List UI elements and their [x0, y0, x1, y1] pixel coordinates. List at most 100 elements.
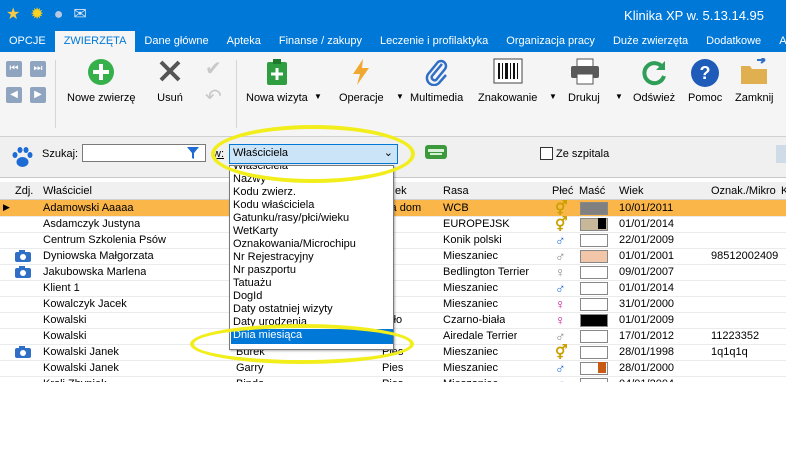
- confirm-button: ✔: [205, 56, 222, 81]
- dropdown-option[interactable]: Oznakowania/Microchipu: [233, 238, 356, 250]
- undo-button: ↶: [205, 84, 222, 109]
- previous-record-button[interactable]: ◀: [6, 87, 22, 103]
- table-row[interactable]: Kowalski Janek Garry Pies Mieszaniec ♂ 28/01/…: [0, 360, 786, 377]
- dropdown-option[interactable]: Dnia miesiąca: [231, 329, 393, 344]
- dropdown-option[interactable]: Kodu właściciela: [233, 199, 314, 211]
- svg-text:?: ?: [700, 63, 711, 83]
- chevron-down-icon: ⌄: [383, 147, 393, 159]
- printer-icon: [569, 58, 599, 88]
- hospital-checkbox-label: Ze szpitala: [556, 148, 610, 160]
- menu-item[interactable]: Organizacja pracy: [497, 31, 604, 52]
- breed-cell: EUROPEJSK: [443, 218, 510, 230]
- column-header-breed[interactable]: Rasa: [443, 185, 469, 197]
- species-cell: Pies: [382, 362, 404, 374]
- operations-button[interactable]: Operacje: [339, 58, 384, 104]
- print-dropdown-arrow[interactable]: ▼: [615, 92, 623, 101]
- column-header-extra[interactable]: K: [781, 185, 786, 197]
- new-visit-button[interactable]: Nowa wizyta: [246, 58, 308, 104]
- last-record-button[interactable]: ⏭: [30, 61, 46, 77]
- age-cell: 01/01/2014: [619, 218, 675, 230]
- age-cell: 28/01/2000: [619, 362, 675, 374]
- dropdown-option[interactable]: Kodu zwierz.: [233, 186, 296, 198]
- side-panel-tab[interactable]: [776, 145, 786, 163]
- dropdown-option[interactable]: Nr Rejestracyjny: [233, 251, 314, 263]
- help-button[interactable]: ? Pomoc: [688, 58, 722, 104]
- sex-icon: ♂: [555, 360, 566, 376]
- dropdown-option[interactable]: WetKarty: [233, 225, 278, 237]
- age-cell: 09/01/2007: [619, 266, 675, 278]
- column-header-color[interactable]: Maść: [579, 185, 605, 197]
- dropdown-option[interactable]: Nr paszportu: [233, 264, 296, 276]
- column-header-chip[interactable]: Oznak./Mikro: [711, 185, 776, 197]
- filter-icon[interactable]: [186, 146, 200, 163]
- sex-icon: ♂: [555, 280, 566, 296]
- mail-icon[interactable]: ✉: [73, 6, 86, 24]
- hospital-checkbox[interactable]: [540, 147, 553, 160]
- age-cell: 01/01/2001: [619, 250, 675, 262]
- column-header-sex[interactable]: Płeć: [552, 185, 573, 197]
- dropdown-option[interactable]: Daty ostatniej wizyty: [233, 303, 333, 315]
- new-visit-dropdown-arrow[interactable]: ▼: [314, 92, 322, 101]
- search-field-dropdown-list[interactable]: Właściciela Nazwy Kodu zwierz. Kodu właścic…: [229, 165, 394, 350]
- current-row-indicator-icon: ▶: [3, 202, 10, 212]
- menu-item[interactable]: Adr: [770, 31, 786, 52]
- sex-icon: ♀: [555, 296, 566, 312]
- keyboard-icon[interactable]: [424, 144, 448, 163]
- dropdown-option[interactable]: Właściciela: [233, 166, 288, 172]
- multimedia-button[interactable]: Multimedia: [410, 58, 463, 104]
- breed-cell: Mieszaniec: [443, 362, 499, 374]
- age-cell: 10/01/2011: [619, 202, 674, 214]
- marking-button[interactable]: Znakowanie: [478, 58, 537, 104]
- sex-icon: ♀: [555, 264, 566, 280]
- dropdown-option[interactable]: Tatuażu: [233, 277, 272, 289]
- menu-item[interactable]: Finanse / zakupy: [270, 31, 371, 52]
- color-swatch: [580, 330, 608, 343]
- menu-item[interactable]: ZWIERZĘTA: [54, 31, 136, 52]
- column-header-age[interactable]: Wiek: [619, 185, 643, 197]
- menu-item[interactable]: OPCJE: [0, 31, 55, 52]
- dropdown-option[interactable]: DogId: [233, 290, 262, 302]
- color-swatch: [580, 298, 608, 311]
- chip-cell: 1q1q1q: [711, 346, 748, 358]
- sun-icon[interactable]: ✹: [30, 6, 43, 24]
- column-header-species[interactable]: ek: [395, 185, 407, 197]
- owner-cell: Asdamczyk Justyna: [43, 218, 141, 230]
- search-in-label: w:: [213, 148, 224, 160]
- column-header-owner[interactable]: Właściciel: [43, 185, 92, 197]
- dropdown-option[interactable]: Gatunku/rasy/płci/wieku: [233, 212, 349, 224]
- title-bar: ★ ✹ ● ✉ Klinika XP w. 5.13.14.95: [0, 0, 786, 31]
- paperclip-icon: [422, 58, 452, 88]
- new-animal-button[interactable]: Nowe zwierzę: [67, 58, 135, 104]
- first-record-button[interactable]: ⏮: [6, 61, 22, 77]
- owner-cell: Centrum Szkolenia Psów: [43, 234, 166, 246]
- owner-cell: Adamowski Aaaaa: [43, 202, 134, 214]
- age-cell: 31/01/2000: [619, 298, 675, 310]
- refresh-button[interactable]: Odśwież: [633, 58, 675, 104]
- check-icon: ✔: [205, 58, 222, 80]
- owner-cell: Dyniowska Małgorzata: [43, 250, 154, 262]
- print-button[interactable]: Drukuj: [568, 58, 600, 104]
- menu-item[interactable]: Apteka: [218, 31, 270, 52]
- dropdown-option[interactable]: Daty urodzenia: [233, 316, 307, 328]
- search-field-select[interactable]: Właściciela ⌄: [229, 144, 398, 164]
- operations-dropdown-arrow[interactable]: ▼: [396, 92, 404, 101]
- menu-item[interactable]: Leczenie i profilaktyka: [371, 31, 497, 52]
- next-record-button[interactable]: ▶: [30, 87, 46, 103]
- menu-bar: OPCJE ZWIERZĘTA Dane główne Apteka Finanse /…: [0, 31, 786, 52]
- empty-area: [0, 382, 786, 461]
- folder-exit-icon: [739, 56, 769, 88]
- delete-button[interactable]: Usuń: [155, 58, 185, 104]
- menu-item[interactable]: Dane główne: [135, 31, 217, 52]
- circle-icon[interactable]: ●: [54, 6, 64, 24]
- search-label: Szukaj:: [42, 148, 79, 160]
- age-cell: 28/01/1998: [619, 346, 675, 358]
- column-header-photo[interactable]: Zdj.: [15, 185, 33, 197]
- menu-item[interactable]: Dodatkowe: [697, 31, 770, 52]
- star-icon[interactable]: ★: [6, 6, 20, 24]
- close-button[interactable]: Zamknij: [735, 56, 774, 104]
- breed-cell: Czarno-biała: [443, 314, 506, 326]
- breed-cell: Konik polski: [443, 234, 502, 246]
- dropdown-option[interactable]: Nazwy: [233, 173, 266, 185]
- marking-dropdown-arrow[interactable]: ▼: [549, 92, 557, 101]
- menu-item[interactable]: Duże zwierzęta: [604, 31, 697, 52]
